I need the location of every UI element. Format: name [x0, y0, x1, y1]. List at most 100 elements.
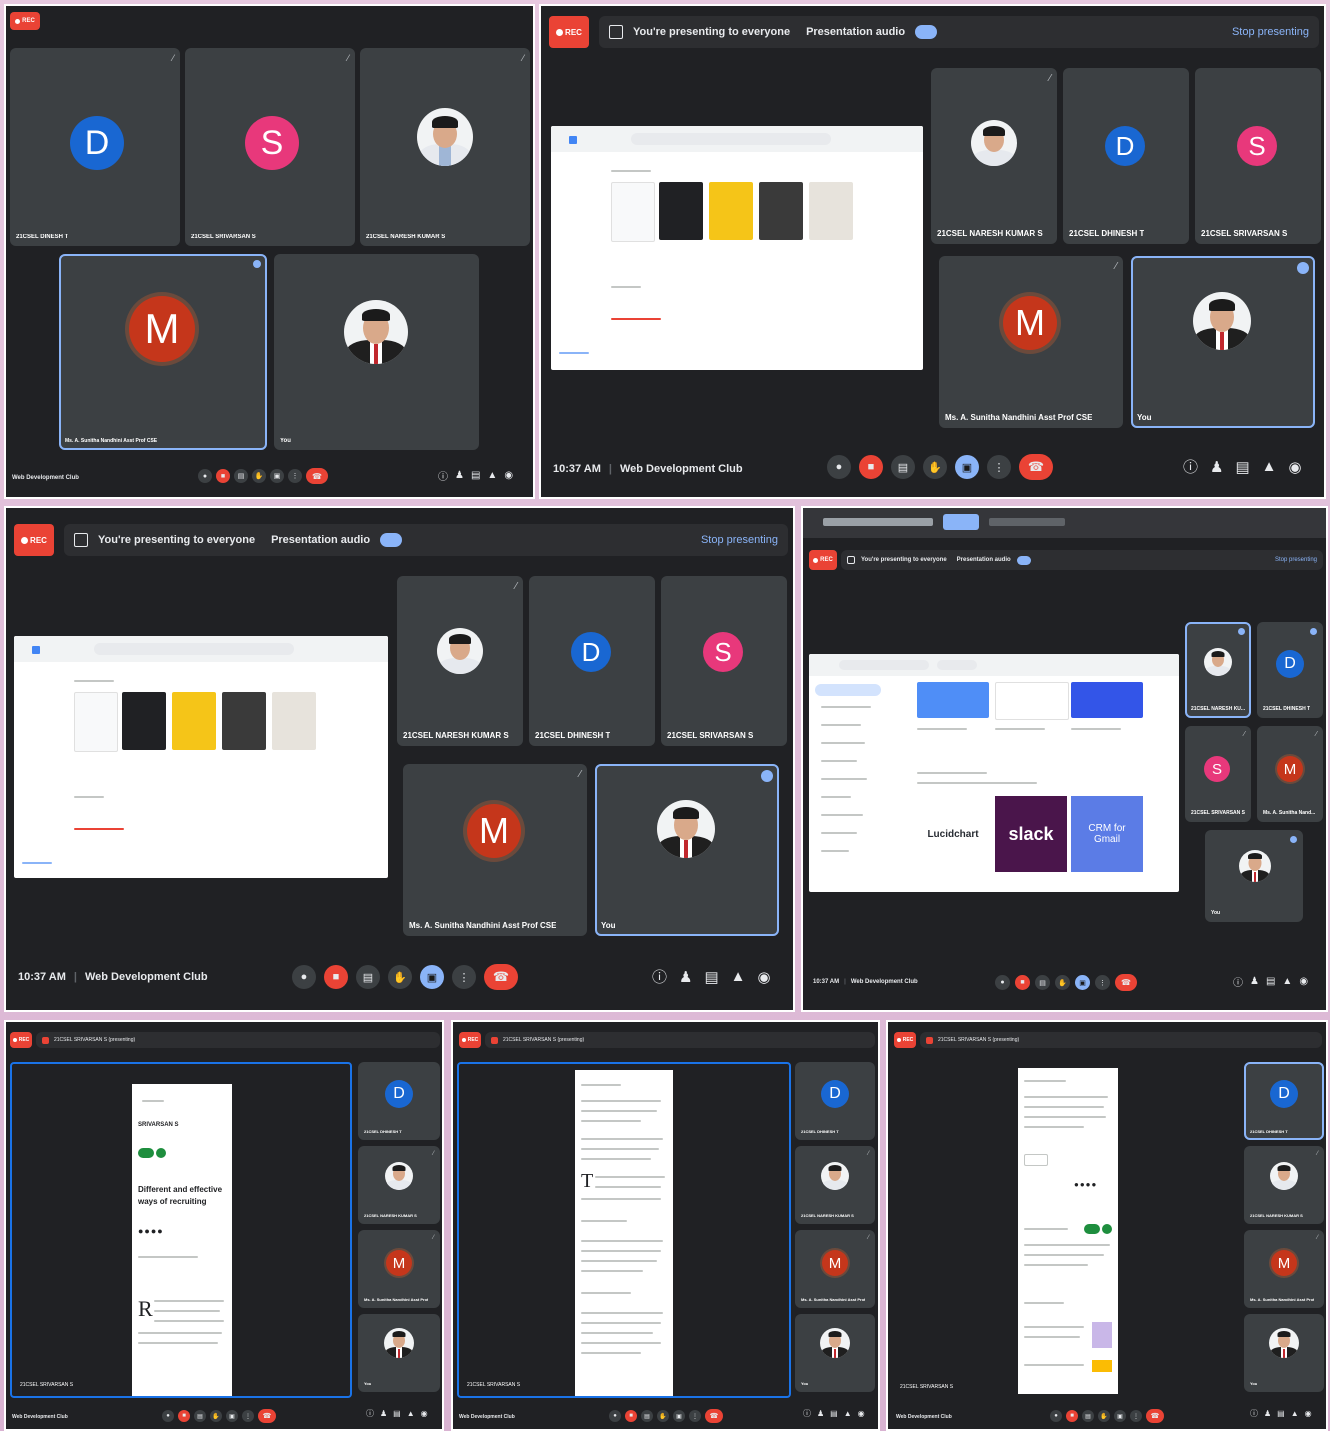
more-options-icon[interactable] — [1290, 836, 1297, 843]
participant-tile[interactable]: D 21CSEL DHINESH T — [358, 1062, 440, 1140]
present-icon[interactable]: ▣ — [420, 965, 444, 989]
raise-hand-icon[interactable]: ✋ — [388, 965, 412, 989]
mic-icon[interactable]: ● — [198, 469, 212, 483]
participant-tile-active[interactable]: M Ms. A. Sunitha Nandhini Asst Prof CSE — [59, 254, 267, 450]
info-icon[interactable]: ⓘ — [1183, 456, 1198, 477]
participant-tile[interactable]: ⁄ 21CSEL NARESH KUMAR S — [795, 1146, 875, 1224]
raise-hand-icon[interactable]: ✋ — [1098, 1410, 1110, 1422]
chat-icon[interactable]: ▤ — [1235, 458, 1249, 476]
more-options-icon[interactable]: ⋮ — [242, 1410, 254, 1422]
participant-tile-active[interactable]: You — [1131, 256, 1315, 428]
info-icon[interactable]: ⓘ — [366, 1408, 374, 1419]
presentation-audio-toggle[interactable] — [1016, 555, 1031, 565]
more-options-icon[interactable]: ⋮ — [1130, 1410, 1142, 1422]
captions-icon[interactable]: ▤ — [356, 965, 380, 989]
activities-icon[interactable]: ▲ — [844, 1409, 852, 1418]
more-options-icon[interactable]: ⋮ — [288, 469, 302, 483]
raise-hand-icon[interactable]: ✋ — [657, 1410, 669, 1422]
more-options-icon[interactable]: ⋮ — [1095, 975, 1110, 990]
end-call-icon[interactable]: ☎ — [484, 964, 518, 990]
mic-icon[interactable]: ● — [995, 975, 1010, 990]
info-icon[interactable]: ⓘ — [438, 468, 448, 483]
raise-hand-icon[interactable]: ✋ — [923, 455, 947, 479]
people-icon[interactable]: ♟ — [679, 968, 692, 986]
participant-tile[interactable]: ⁄ S 21CSEL SRIVARSAN S — [185, 48, 355, 246]
people-icon[interactable]: ♟ — [1264, 1409, 1271, 1418]
participant-tile[interactable]: S 21CSEL SRIVARSAN S — [1195, 68, 1321, 244]
people-icon[interactable]: ♟ — [1210, 458, 1223, 476]
activities-icon[interactable]: ▲ — [1262, 458, 1277, 475]
chat-icon[interactable]: ▤ — [830, 1409, 838, 1418]
people-icon[interactable]: ♟ — [380, 1409, 387, 1418]
mic-icon[interactable]: ● — [827, 455, 851, 479]
mic-icon[interactable]: ● — [1050, 1410, 1062, 1422]
participant-tile[interactable]: D 21CSEL DHINESH T — [795, 1062, 875, 1140]
camera-icon[interactable]: ■ — [1066, 1410, 1078, 1422]
participant-tile[interactable]: ⁄ M Ms. A. Sunitha Nandhini Asst Prof CS… — [939, 256, 1123, 428]
more-options-icon[interactable] — [1238, 628, 1245, 635]
captions-icon[interactable]: ▤ — [194, 1410, 206, 1422]
participant-tile[interactable]: ⁄ S 21CSEL SRIVARSAN S — [1185, 726, 1251, 822]
host-controls-icon[interactable]: ◉ — [1299, 976, 1308, 987]
host-controls-icon[interactable]: ◉ — [758, 968, 771, 986]
participant-tile[interactable]: ⁄ M Ms. A. Sunitha Nandhini Asst Prof CS… — [403, 764, 587, 936]
info-icon[interactable]: ⓘ — [652, 966, 667, 987]
participant-tile[interactable]: ⁄ M Ms. A. Sunitha Nand... — [1257, 726, 1323, 822]
participant-tile[interactable]: ⁄ D 21CSEL DINESH T — [10, 48, 180, 246]
info-icon[interactable]: ⓘ — [803, 1408, 811, 1419]
more-options-icon[interactable] — [1310, 628, 1317, 635]
app-card-slack[interactable]: slack — [995, 796, 1067, 872]
participant-tile[interactable]: You — [1205, 830, 1303, 922]
camera-icon[interactable]: ■ — [1015, 975, 1030, 990]
presentation-audio-toggle[interactable] — [380, 533, 403, 547]
more-options-icon[interactable]: ⋮ — [689, 1410, 701, 1422]
participant-tile[interactable]: S 21CSEL SRIVARSAN S — [661, 576, 787, 746]
participant-tile[interactable]: D 21CSEL DHINESH T — [1257, 622, 1323, 718]
activities-icon[interactable]: ▲ — [1291, 1409, 1299, 1418]
camera-icon[interactable]: ■ — [324, 965, 348, 989]
people-icon[interactable]: ♟ — [817, 1409, 824, 1418]
end-call-icon[interactable]: ☎ — [1019, 454, 1053, 480]
end-call-icon[interactable]: ☎ — [705, 1409, 723, 1423]
more-options-icon[interactable] — [761, 770, 773, 782]
camera-icon[interactable]: ■ — [216, 469, 230, 483]
chat-icon[interactable]: ▤ — [1277, 1409, 1285, 1418]
participant-tile-active[interactable]: 21CSEL NARESH KU... — [1185, 622, 1251, 718]
participant-tile[interactable]: You — [795, 1314, 875, 1392]
info-icon[interactable]: ⓘ — [1233, 974, 1243, 989]
present-icon[interactable]: ▣ — [270, 469, 284, 483]
activities-icon[interactable]: ▲ — [1282, 976, 1292, 987]
present-icon[interactable]: ▣ — [1114, 1410, 1126, 1422]
host-controls-icon[interactable]: ◉ — [1289, 458, 1302, 476]
host-controls-icon[interactable]: ◉ — [858, 1409, 865, 1418]
participant-tile[interactable]: You — [358, 1314, 440, 1392]
chat-icon[interactable]: ▤ — [1266, 976, 1275, 987]
participant-tile[interactable]: ⁄ 21CSEL NARESH KUMAR S — [1244, 1146, 1324, 1224]
raise-hand-icon[interactable]: ✋ — [1055, 975, 1070, 990]
info-icon[interactable]: ⓘ — [1250, 1408, 1258, 1419]
chat-icon[interactable]: ▤ — [471, 470, 480, 481]
captions-icon[interactable]: ▤ — [641, 1410, 653, 1422]
present-icon[interactable]: ▣ — [955, 455, 979, 479]
mic-icon[interactable]: ● — [292, 965, 316, 989]
participant-tile[interactable]: ⁄ 21CSEL NARESH KUMAR S — [397, 576, 523, 746]
host-controls-icon[interactable]: ◉ — [1305, 1409, 1312, 1418]
participant-tile[interactable]: ⁄ M Ms. A. Sunitha Nandhini Asst Prof — [1244, 1230, 1324, 1308]
present-icon[interactable]: ▣ — [1075, 975, 1090, 990]
end-call-icon[interactable]: ☎ — [306, 468, 328, 484]
people-icon[interactable]: ♟ — [455, 470, 464, 481]
captions-icon[interactable]: ▤ — [1082, 1410, 1094, 1422]
camera-icon[interactable]: ■ — [859, 455, 883, 479]
end-call-icon[interactable]: ☎ — [258, 1409, 276, 1423]
participant-tile[interactable]: You — [1244, 1314, 1324, 1392]
activities-icon[interactable]: ▲ — [487, 470, 497, 481]
captions-icon[interactable]: ▤ — [234, 469, 248, 483]
participant-tile[interactable]: ⁄ M Ms. A. Sunitha Nandhini Asst Prof — [358, 1230, 440, 1308]
more-options-icon[interactable] — [253, 260, 261, 268]
activities-icon[interactable]: ▲ — [407, 1409, 415, 1418]
present-icon[interactable]: ▣ — [226, 1410, 238, 1422]
participant-tile[interactable]: D 21CSEL DHINESH T — [529, 576, 655, 746]
captions-icon[interactable]: ▤ — [891, 455, 915, 479]
participant-tile[interactable]: You — [274, 254, 479, 450]
participant-tile-active[interactable]: D 21CSEL DHINESH T — [1244, 1062, 1324, 1140]
